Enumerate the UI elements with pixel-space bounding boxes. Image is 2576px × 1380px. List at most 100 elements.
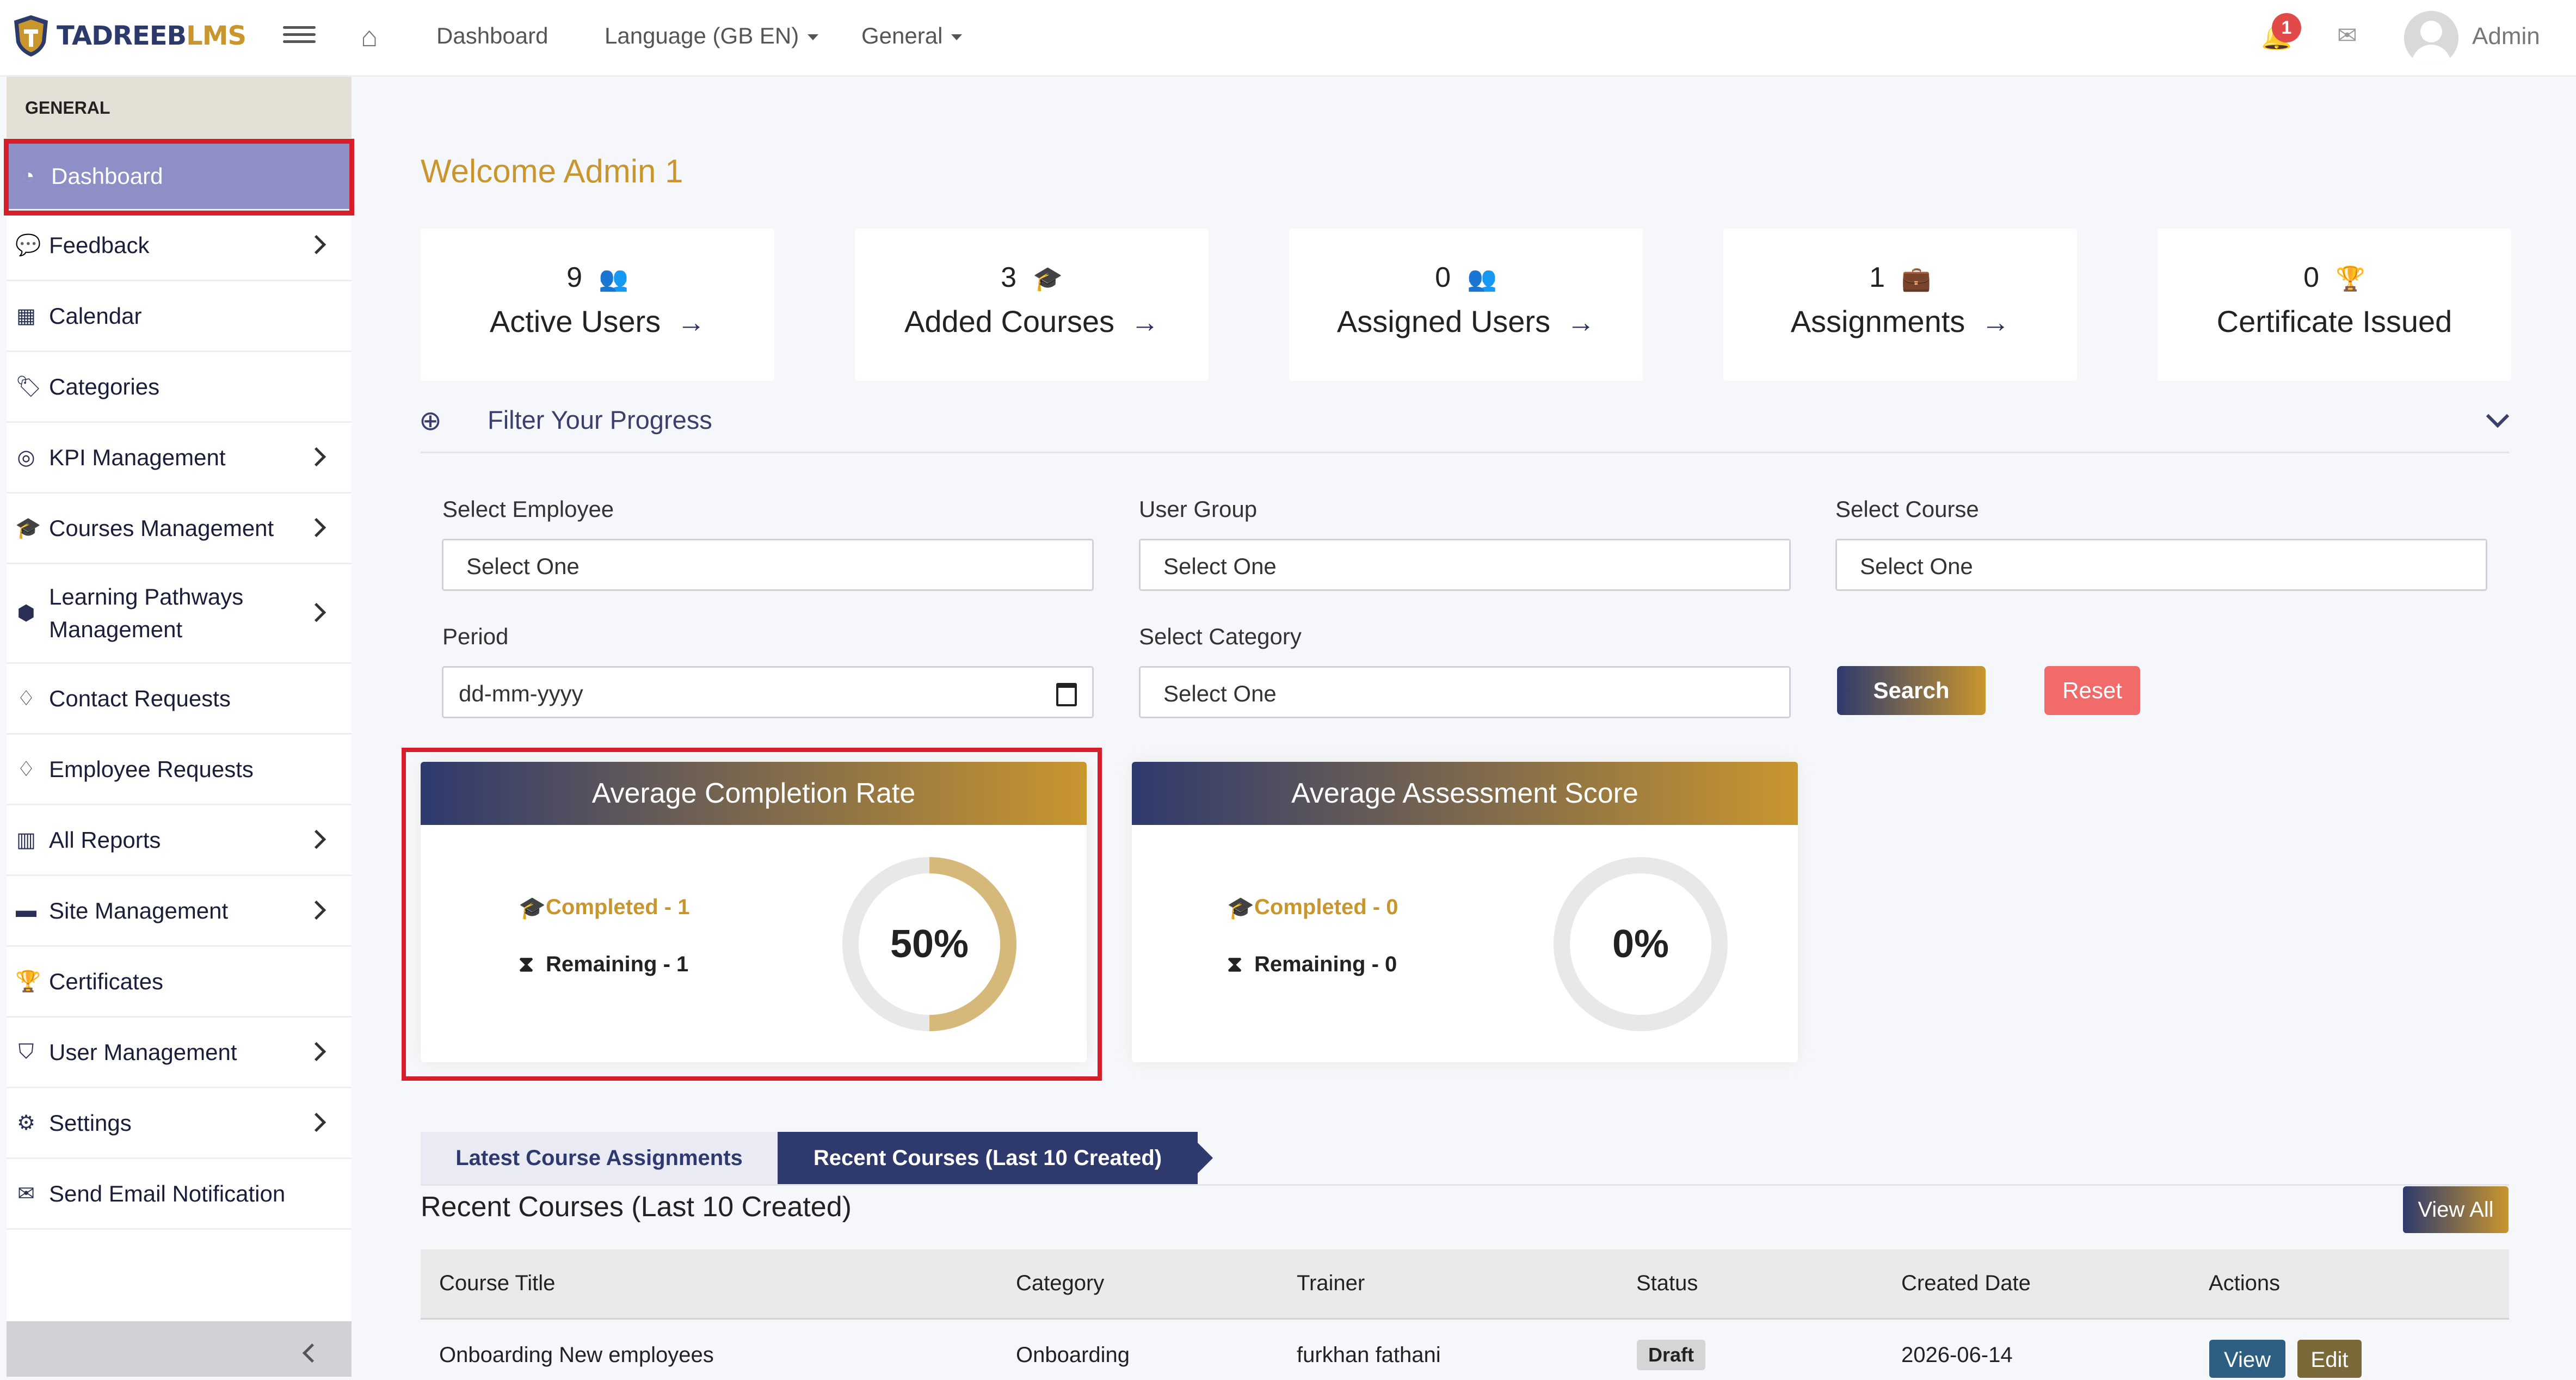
cell-category: Onboarding bbox=[1016, 1343, 1130, 1367]
folder-icon: ▬ bbox=[16, 899, 36, 922]
status-badge: Draft bbox=[1637, 1340, 1705, 1370]
chevron-down-icon bbox=[951, 34, 963, 41]
sidebar-item-all-reports[interactable]: ▥ All Reports bbox=[7, 805, 352, 876]
sidebar-item-certificates[interactable]: 🏆 Certificates bbox=[7, 947, 352, 1018]
period-placeholder: dd-mm-yyyy bbox=[459, 681, 583, 706]
sidebar-item-label: Feedback bbox=[49, 232, 150, 258]
stat-label: Certificate Issued bbox=[2216, 304, 2452, 338]
top-bar: TADREEBLMS ⌂ Dashboard Language (GB EN) … bbox=[0, 0, 2576, 77]
sidebar-collapse-button[interactable] bbox=[7, 1321, 352, 1377]
nav-general-dropdown[interactable]: General bbox=[861, 23, 963, 49]
nav-dashboard[interactable]: Dashboard bbox=[436, 23, 548, 49]
trophy-icon: 🏆 bbox=[2335, 266, 2365, 292]
table-header: Course Title Category Trainer Status Cre… bbox=[421, 1249, 2509, 1320]
arrow-right-icon[interactable]: → bbox=[1567, 307, 1595, 338]
sidebar-item-categories[interactable]: 🏷 Categories bbox=[7, 352, 352, 423]
view-button[interactable]: View bbox=[2209, 1340, 2285, 1378]
stat-value: 0 🏆 bbox=[2303, 262, 2365, 293]
col-status: Status bbox=[1636, 1271, 1698, 1295]
col-category: Category bbox=[1016, 1271, 1105, 1295]
stat-card-certificate-issued[interactable]: 0 🏆 Certificate Issued bbox=[2158, 229, 2511, 381]
hourglass-icon: ⧗ bbox=[1227, 952, 1243, 976]
handshake-icon: ♢ bbox=[16, 687, 36, 710]
user-group-dropdown[interactable]: Select One bbox=[1139, 539, 1791, 591]
period-date-input[interactable]: dd-mm-yyyy bbox=[442, 666, 1094, 718]
search-plus-icon: ⊕ bbox=[419, 405, 442, 436]
arrow-right-icon[interactable]: → bbox=[677, 307, 705, 338]
chevron-down-icon[interactable] bbox=[2486, 404, 2510, 428]
stat-label: Assigned Users → bbox=[1336, 304, 1595, 338]
sidebar-item-label: KPI Management bbox=[49, 444, 226, 470]
calendar-icon[interactable] bbox=[1056, 683, 1077, 706]
chevron-right-icon bbox=[306, 1042, 326, 1061]
home-icon[interactable]: ⌂ bbox=[361, 21, 378, 53]
col-trainer: Trainer bbox=[1297, 1271, 1365, 1295]
avatar[interactable] bbox=[2404, 11, 2458, 65]
nav-language-dropdown[interactable]: Language (GB EN) bbox=[605, 23, 819, 49]
chevron-right-icon bbox=[306, 1112, 326, 1132]
divider bbox=[421, 452, 2509, 453]
stat-card-assignments[interactable]: 1 💼 Assignments → bbox=[1723, 229, 2077, 381]
sidebar-item-label: Categories bbox=[49, 373, 160, 399]
sidebar-item-kpi-management[interactable]: ◎ KPI Management bbox=[7, 423, 352, 494]
stat-card-added-courses[interactable]: 3 🎓 Added Courses → bbox=[855, 229, 1209, 381]
sidebar-item-user-management[interactable]: ⛉ User Management bbox=[7, 1018, 352, 1088]
brand-logo[interactable]: TADREEBLMS bbox=[12, 14, 246, 58]
sidebar-item-dashboard[interactable]: ◔ Dashboard bbox=[4, 139, 354, 215]
select-course-label: Select Course bbox=[1835, 496, 1979, 522]
gauge-icon: ◔ bbox=[22, 164, 35, 188]
filter-title[interactable]: Filter Your Progress bbox=[488, 405, 712, 435]
user-name[interactable]: Admin bbox=[2472, 23, 2540, 50]
sidebar-item-send-email-notification[interactable]: ✉ Send Email Notification bbox=[7, 1159, 352, 1230]
sidebar-item-label: User Management bbox=[49, 1039, 237, 1065]
sidebar: GENERAL ◔ Dashboard 💬 Feedback ▦ Calendar 🏷 Cat… bbox=[4, 77, 354, 1377]
welcome-heading: Welcome Admin 1 bbox=[421, 153, 683, 189]
sidebar-item-label: Courses Management bbox=[49, 515, 274, 541]
stat-label: Assignments → bbox=[1790, 304, 2010, 338]
language-label: Language (GB EN) bbox=[605, 23, 799, 48]
puzzle-icon: ⬢ bbox=[17, 602, 35, 625]
sidebar-item-label: Site Management bbox=[49, 897, 229, 923]
stat-value: 1 💼 bbox=[1869, 262, 1931, 293]
stat-label: Active Users → bbox=[489, 304, 706, 338]
general-label: General bbox=[861, 23, 943, 48]
stat-card-assigned-users[interactable]: 0 👥 Assigned Users → bbox=[1289, 229, 1643, 381]
sidebar-item-learning-pathways-management[interactable]: ⬢ Learning Pathways Management bbox=[7, 564, 352, 664]
select-employee-label: Select Employee bbox=[442, 496, 614, 522]
reset-button[interactable]: Reset bbox=[2044, 666, 2140, 715]
view-all-button[interactable]: View All bbox=[2403, 1186, 2509, 1233]
sidebar-item-site-management[interactable]: ▬ Site Management bbox=[7, 876, 352, 947]
sidebar-item-feedback[interactable]: 💬 Feedback bbox=[7, 211, 352, 281]
sidebar-item-label: Learning Pathways Management bbox=[49, 584, 244, 642]
remaining-count: ⧗ Remaining - 0 bbox=[1227, 952, 1397, 976]
select-category-dropdown[interactable]: Select One bbox=[1139, 666, 1791, 718]
stat-card-active-users[interactable]: 9 👥 Active Users → bbox=[421, 229, 774, 381]
chevron-down-icon bbox=[808, 34, 819, 41]
users-icon: 👥 bbox=[599, 266, 628, 292]
mail-icon[interactable]: ✉ bbox=[2337, 22, 2357, 50]
chevron-right-icon bbox=[306, 829, 326, 849]
arrow-right-icon[interactable]: → bbox=[1981, 307, 2010, 338]
menu-toggle-icon[interactable] bbox=[283, 22, 316, 49]
sidebar-item-courses-management[interactable]: 🎓 Courses Management bbox=[7, 494, 352, 564]
brand-name: TADREEBLMS bbox=[57, 21, 246, 51]
arrow-right-icon[interactable]: → bbox=[1131, 307, 1159, 338]
tab-recent-courses[interactable]: Recent Courses (Last 10 Created) bbox=[778, 1132, 1213, 1184]
sidebar-item-settings[interactable]: ⚙ Settings bbox=[7, 1088, 352, 1159]
select-course-dropdown[interactable]: Select One bbox=[1835, 539, 2487, 591]
search-button[interactable]: Search bbox=[1837, 666, 1986, 715]
handshake-icon: ♢ bbox=[16, 758, 36, 781]
select-employee-dropdown[interactable]: Select One bbox=[442, 539, 1094, 591]
gear-icon: ⚙ bbox=[16, 1112, 36, 1135]
sidebar-item-label: Dashboard bbox=[51, 163, 163, 189]
sidebar-item-calendar[interactable]: ▦ Calendar bbox=[7, 281, 352, 352]
tab-latest-assignments[interactable]: Latest Course Assignments bbox=[421, 1132, 778, 1184]
stat-value: 0 👥 bbox=[1435, 262, 1497, 293]
sidebar-item-contact-requests[interactable]: ♢ Contact Requests bbox=[7, 664, 352, 735]
edit-button[interactable]: Edit bbox=[2297, 1340, 2362, 1378]
cell-course-title[interactable]: Onboarding New employees bbox=[439, 1343, 714, 1367]
sidebar-item-employee-requests[interactable]: ♢ Employee Requests bbox=[7, 735, 352, 805]
chevron-right-icon bbox=[306, 447, 326, 466]
card-title: Average Assessment Score bbox=[1132, 762, 1798, 825]
col-course-title: Course Title bbox=[439, 1271, 556, 1295]
